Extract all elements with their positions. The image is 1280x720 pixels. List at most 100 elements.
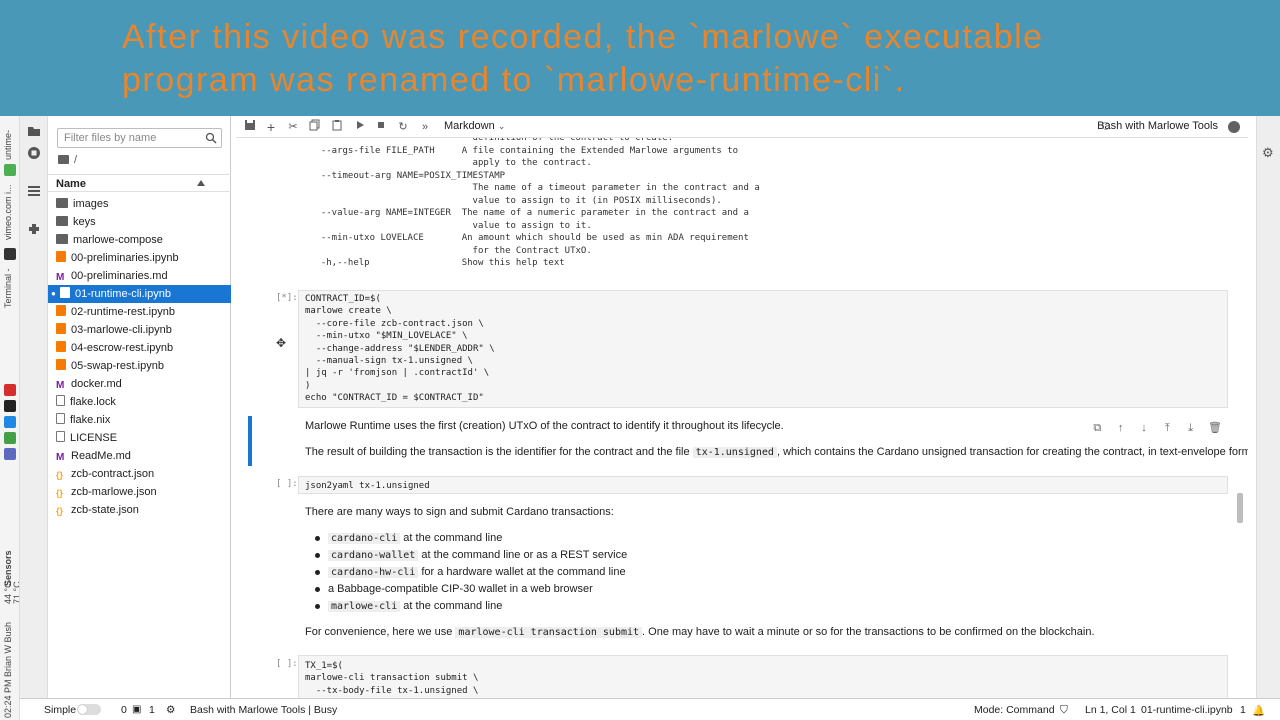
output-line: value to assign to it (in POSIX millisec… xyxy=(310,195,722,206)
file-item[interactable]: M ReadMe.md xyxy=(48,447,231,465)
sensors-label: Sensors xyxy=(3,550,13,586)
file-name: flake.nix xyxy=(70,414,111,426)
cut-icon[interactable]: ✂ xyxy=(285,119,301,135)
scrollbar[interactable] xyxy=(1236,143,1244,688)
file-name: docker.md xyxy=(71,378,122,390)
file-name: marlowe-compose xyxy=(73,234,163,246)
scroll-thumb[interactable] xyxy=(1237,493,1243,523)
add-cell-icon[interactable]: + xyxy=(263,119,279,135)
breadcrumb[interactable]: / xyxy=(58,154,77,166)
output-line: The name of a timeout parameter in the c… xyxy=(310,183,760,193)
simple-mode-toggle[interactable] xyxy=(77,704,101,715)
markdown-icon: M xyxy=(56,452,65,463)
bell-icon[interactable]: 🔔 xyxy=(1252,704,1265,717)
copy-icon[interactable] xyxy=(307,119,323,135)
running-icon[interactable] xyxy=(27,146,41,160)
file-item[interactable]: {} zcb-contract.json xyxy=(48,465,231,483)
inline-code: marlowe-cli xyxy=(328,601,401,612)
inline-code: cardano-hw-cli xyxy=(328,567,419,578)
os-label: untime- xyxy=(3,129,13,160)
code-line: marlowe create \ xyxy=(305,306,392,317)
file-item[interactable]: M 00-preliminaries.md xyxy=(48,267,231,285)
output-line: -h,--help Show this help text xyxy=(310,258,565,268)
file-item[interactable]: 03-marlowe-cli.ipynb xyxy=(48,321,231,339)
search-icon xyxy=(205,132,217,144)
cursor-position[interactable]: Ln 1, Col 1 xyxy=(1085,704,1136,716)
right-sidebar: ⚙ xyxy=(1256,116,1280,698)
terminal-icon: ▣ xyxy=(132,704,142,715)
code-cell[interactable]: TX_1=$(marlowe-cli transaction submit \ … xyxy=(298,655,1228,698)
file-icon xyxy=(56,413,65,424)
activity-bar xyxy=(20,116,48,698)
cell-prompt: [ ]: xyxy=(276,479,298,489)
file-item[interactable]: keys xyxy=(48,213,231,231)
inline-code: marlowe-cli transaction submit xyxy=(455,627,643,638)
file-item[interactable]: flake.nix xyxy=(48,411,231,429)
file-item[interactable]: flake.lock xyxy=(48,393,231,411)
insert-below-icon[interactable]: ⤓ xyxy=(1185,422,1197,434)
insert-above-icon[interactable]: ⤒ xyxy=(1161,422,1173,434)
file-name: 04-escrow-rest.ipynb xyxy=(71,342,174,354)
file-item[interactable]: marlowe-compose xyxy=(48,231,231,249)
file-item[interactable]: LICENSE xyxy=(48,429,231,447)
kernel-status-text[interactable]: Bash with Marlowe Tools | Busy xyxy=(190,704,337,716)
markdown-text: There are many ways to sign and submit C… xyxy=(305,506,614,518)
file-name: images xyxy=(73,198,109,210)
save-icon[interactable] xyxy=(242,119,258,135)
file-item[interactable]: images xyxy=(48,195,231,213)
help-output: definition of the contract to create. --… xyxy=(310,138,760,270)
file-item[interactable]: {} zcb-state.json xyxy=(48,501,231,519)
restart-icon[interactable]: ↻ xyxy=(395,119,411,135)
terminals-count: 0 xyxy=(121,704,127,716)
inline-code: tx-1.unsigned xyxy=(692,447,777,458)
chart-icon xyxy=(4,416,16,428)
cell-type-select[interactable]: Markdown ⌄ xyxy=(444,120,505,132)
file-item[interactable]: 00-preliminaries.ipynb xyxy=(48,249,231,267)
code-line: marlowe-cli transaction submit \ xyxy=(305,673,479,684)
run-icon[interactable] xyxy=(352,119,368,135)
markdown-icon: M xyxy=(56,380,65,391)
chevron-down-icon: ⌄ xyxy=(497,121,506,131)
filter-input[interactable]: Filter files by name xyxy=(57,128,222,148)
file-name: keys xyxy=(73,216,96,228)
file-item[interactable]: 04-escrow-rest.ipynb xyxy=(48,339,231,357)
file-name: zcb-contract.json xyxy=(71,468,155,480)
kernel-name[interactable]: Bash with Marlowe Tools xyxy=(1097,120,1218,132)
extensions-icon[interactable] xyxy=(27,222,41,236)
list-item-text: at the command line or as a REST service xyxy=(418,549,628,561)
json-icon: {} xyxy=(56,506,64,516)
code-cell[interactable]: CONTRACT_ID=$(marlowe create \ --core-fi… xyxy=(298,290,1228,408)
shield-icon: ⛉ xyxy=(1060,704,1068,716)
toc-icon[interactable] xyxy=(27,184,41,198)
duplicate-icon[interactable]: ⧉ xyxy=(1091,422,1103,434)
notebook-icon xyxy=(56,323,66,334)
breadcrumb-root[interactable]: / xyxy=(74,154,77,166)
move-down-icon[interactable]: ↓ xyxy=(1138,422,1150,434)
code-line: --manual-sign tx-1.unsigned \ xyxy=(305,356,473,367)
code-line: echo "CONTRACT_ID = $CONTRACT_ID" xyxy=(305,393,484,404)
file-item[interactable]: Mdocker.md xyxy=(48,375,231,393)
filter-placeholder: Filter files by name xyxy=(64,132,157,144)
code-cell[interactable]: json2yaml tx-1.unsigned xyxy=(298,476,1228,494)
file-item[interactable]: {} zcb-marlowe.json xyxy=(48,483,231,501)
active-cell-indicator xyxy=(248,416,252,466)
move-up-icon[interactable]: ↑ xyxy=(1115,422,1127,434)
delete-icon[interactable]: 🗑 xyxy=(1208,422,1222,434)
paste-icon[interactable] xyxy=(329,119,345,135)
file-name: 03-marlowe-cli.ipynb xyxy=(71,324,172,336)
file-item[interactable]: 02-runtime-rest.ipynb xyxy=(48,303,231,321)
file-item[interactable]: ● 01-runtime-cli.ipynb xyxy=(48,285,231,303)
settings-gear-icon[interactable]: ⚙ xyxy=(1262,146,1276,160)
output-line: apply to the contract. xyxy=(310,158,592,168)
folder-icon xyxy=(56,198,68,208)
kernel-gear-icon: ⚙ xyxy=(166,704,176,716)
folder-icon[interactable] xyxy=(27,124,41,138)
file-item[interactable]: 05-swap-rest.ipynb xyxy=(48,357,231,375)
name-column-header[interactable]: Name xyxy=(48,174,231,192)
code-line: TX_1=$( xyxy=(305,661,343,671)
list-item-text: for a hardware wallet at the command lin… xyxy=(418,566,626,578)
code-line: --tx-body-file tx-1.unsigned \ xyxy=(305,685,479,696)
stop-icon[interactable] xyxy=(373,119,389,135)
kernel-busy-icon xyxy=(1228,121,1240,133)
fast-forward-icon[interactable]: » xyxy=(417,119,433,135)
